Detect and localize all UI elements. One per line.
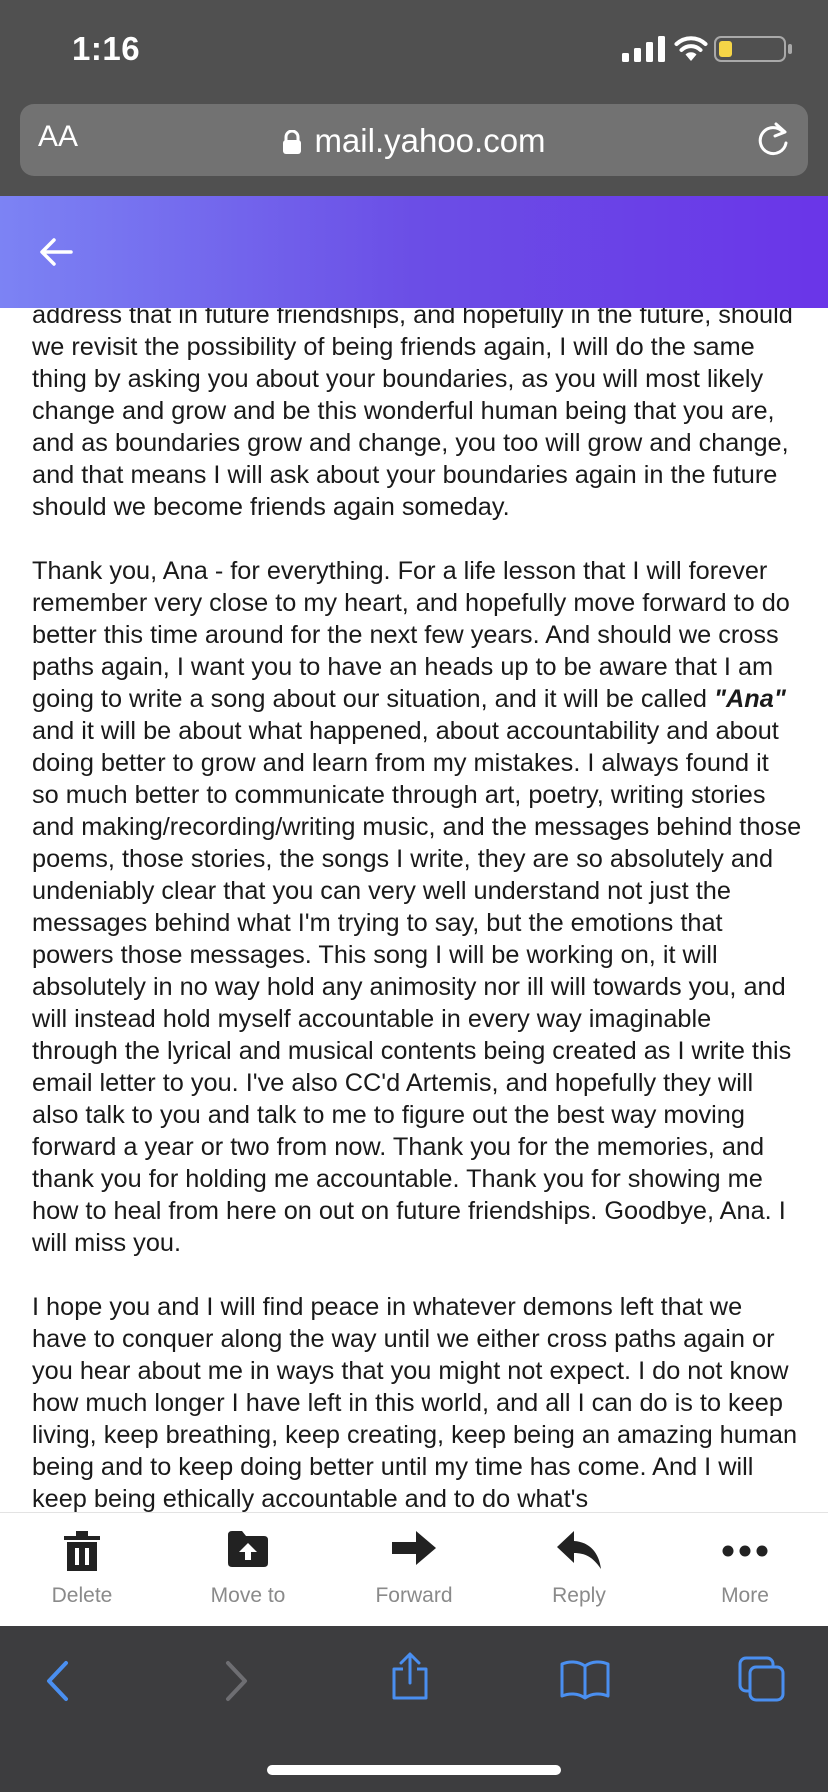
reply-arrow-icon <box>557 1531 601 1569</box>
browser-toolbar <box>0 1626 828 1792</box>
lock-icon <box>283 130 302 154</box>
email-paragraph: I hope you and I will find peace in what… <box>32 1293 798 1512</box>
url-text: mail.yahoo.com <box>314 122 546 159</box>
forward-chevron-icon[interactable] <box>224 1660 250 1702</box>
browser-address-area: AA mail.yahoo.com <box>0 100 828 196</box>
reload-icon[interactable] <box>754 120 792 160</box>
forward-label: Forward <box>375 1584 453 1607</box>
paragraph-text: and it will be about what happened, abou… <box>32 717 802 1257</box>
email-action-toolbar: Delete Move to Forward Reply More <box>0 1512 828 1627</box>
status-bar: 1:16 <box>0 0 828 100</box>
more-dots-icon <box>722 1545 768 1557</box>
reply-label: Reply <box>552 1584 606 1607</box>
paragraph-text: Thank you, Ana - for everything. For a l… <box>32 557 790 713</box>
battery-icon <box>714 36 792 62</box>
forward-button[interactable]: Forward <box>339 1513 489 1627</box>
delete-label: Delete <box>51 1584 113 1607</box>
bookmarks-icon[interactable] <box>560 1658 610 1700</box>
tabs-icon[interactable] <box>738 1656 786 1702</box>
forward-arrow-icon <box>392 1531 436 1565</box>
reply-button[interactable]: Reply <box>504 1513 654 1627</box>
home-indicator[interactable] <box>267 1765 561 1775</box>
wifi-icon <box>674 36 708 61</box>
back-chevron-icon[interactable] <box>44 1660 70 1702</box>
mail-header <box>0 196 828 308</box>
share-icon[interactable] <box>390 1652 430 1700</box>
trash-icon <box>64 1531 100 1571</box>
email-body: address that in future friendships, and … <box>0 308 828 1512</box>
more-label: More <box>721 1584 769 1607</box>
email-paragraph: address that in future friendships, and … <box>32 308 793 521</box>
delete-button[interactable]: Delete <box>7 1513 157 1627</box>
move-to-button[interactable]: Move to <box>173 1513 323 1627</box>
song-title: "Ana" <box>714 685 786 713</box>
move-to-folder-icon <box>228 1531 268 1567</box>
more-button[interactable]: More <box>670 1513 820 1627</box>
email-paragraph: Thank you, Ana - for everything. For a l… <box>32 555 802 1259</box>
url-display[interactable]: mail.yahoo.com <box>20 122 808 160</box>
address-bar[interactable]: AA mail.yahoo.com <box>20 104 808 176</box>
cellular-signal-icon <box>622 36 665 62</box>
status-time: 1:16 <box>72 30 141 67</box>
move-to-label: Move to <box>210 1584 286 1607</box>
back-arrow-icon[interactable] <box>38 234 74 270</box>
